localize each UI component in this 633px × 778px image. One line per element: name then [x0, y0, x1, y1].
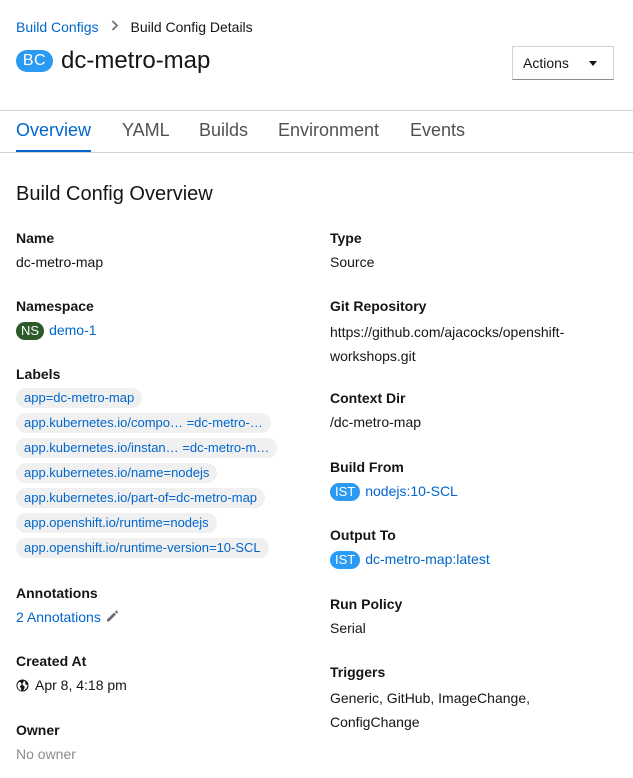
git-repository-label: Git Repository [330, 298, 427, 314]
output-to-value: IST dc-metro-map:latest [330, 549, 490, 570]
run-policy-value: Serial [330, 620, 366, 636]
breadcrumb-current: Build Config Details [130, 19, 253, 35]
git-repository-value: https://github.com/ajacocks/openshift- w… [330, 320, 564, 368]
label-chip[interactable]: app=dc-metro-map [16, 388, 143, 408]
label-chip[interactable]: app.openshift.io/runtime-version=10-SCL [16, 538, 269, 558]
triggers-value: Generic, GitHub, ImageChange, ConfigChan… [330, 686, 530, 734]
build-from-value: IST nodejs:10-SCL [330, 481, 458, 502]
annotations-label: Annotations [16, 585, 98, 601]
tab-environment[interactable]: Environment [278, 111, 379, 153]
created-at-value: Apr 8, 4:18 pm [16, 675, 127, 697]
tab-events[interactable]: Events [410, 111, 465, 153]
page-header: BC dc-metro-map [16, 46, 210, 76]
output-to-label: Output To [330, 527, 396, 543]
section-title: Build Config Overview [16, 183, 213, 205]
created-at-label: Created At [16, 653, 87, 669]
labels-label: Labels [16, 366, 61, 382]
tabs-divider [0, 152, 633, 153]
created-at-text: Apr 8, 4:18 pm [35, 677, 127, 693]
git-repository-line1: https://github.com/ajacocks/openshift- [330, 324, 565, 340]
triggers-line2: ConfigChange [330, 714, 420, 730]
triggers-label: Triggers [330, 664, 386, 680]
imagestreamtag-badge: IST [330, 483, 361, 502]
context-dir-value: /dc-metro-map [330, 414, 422, 430]
output-to-link[interactable]: dc-metro-map:latest [365, 551, 489, 567]
namespace-link[interactable]: demo-1 [49, 322, 96, 338]
owner-value: No owner [16, 746, 76, 762]
name-value: dc-metro-map [16, 254, 104, 270]
pencil-icon[interactable] [105, 608, 119, 628]
triggers-line1: Generic, GitHub, ImageChange, [330, 690, 530, 706]
imagestreamtag-badge: IST [330, 551, 361, 570]
build-from-label: Build From [330, 459, 404, 475]
page-title: dc-metro-map [61, 47, 211, 74]
namespace-value: NS demo-1 [16, 320, 97, 341]
owner-label: Owner [16, 722, 60, 738]
type-label: Type [330, 230, 362, 246]
caret-down-icon [589, 60, 597, 66]
build-config-details-page: Build Configs Build Config Details BC dc… [0, 0, 633, 778]
annotations-link[interactable]: 2 Annotations [16, 609, 101, 625]
tab-overview[interactable]: Overview [16, 111, 92, 153]
tab-yaml[interactable]: YAML [122, 111, 170, 153]
label-chip[interactable]: app.openshift.io/runtime=nodejs [16, 513, 217, 533]
git-repository-line2: workshops.git [330, 348, 416, 364]
label-chip[interactable]: app.kubernetes.io/name=nodejs [16, 463, 218, 483]
labels-list: app=dc-metro-map app.kubernetes.io/compo… [16, 388, 301, 563]
name-label: Name [16, 230, 55, 246]
namespace-badge: NS [16, 322, 45, 341]
actions-label: Actions [523, 55, 569, 71]
annotations-value: 2 Annotations [16, 607, 119, 628]
actions-dropdown[interactable]: Actions [512, 46, 614, 80]
namespace-label: Namespace [16, 298, 94, 314]
tab-builds[interactable]: Builds [199, 111, 248, 153]
label-chip[interactable]: app.kubernetes.io/compo… =dc-metro-… [16, 413, 271, 433]
globe-icon [16, 677, 29, 697]
breadcrumb-build-configs-link[interactable]: Build Configs [16, 17, 99, 37]
run-policy-label: Run Policy [330, 596, 403, 612]
label-chip[interactable]: app.kubernetes.io/part-of=dc-metro-map [16, 488, 266, 508]
type-value: Source [330, 254, 375, 270]
context-dir-label: Context Dir [330, 390, 406, 406]
tab-bar: Overview YAML Builds Environment Events [0, 111, 633, 153]
label-chip[interactable]: app.kubernetes.io/instan… =dc-metro-m… [16, 438, 278, 458]
resource-kind-badge: BC [16, 50, 53, 72]
build-from-link[interactable]: nodejs:10-SCL [365, 483, 458, 499]
chevron-right-icon [111, 17, 119, 37]
breadcrumb: Build Configs Build Config Details [16, 17, 253, 37]
